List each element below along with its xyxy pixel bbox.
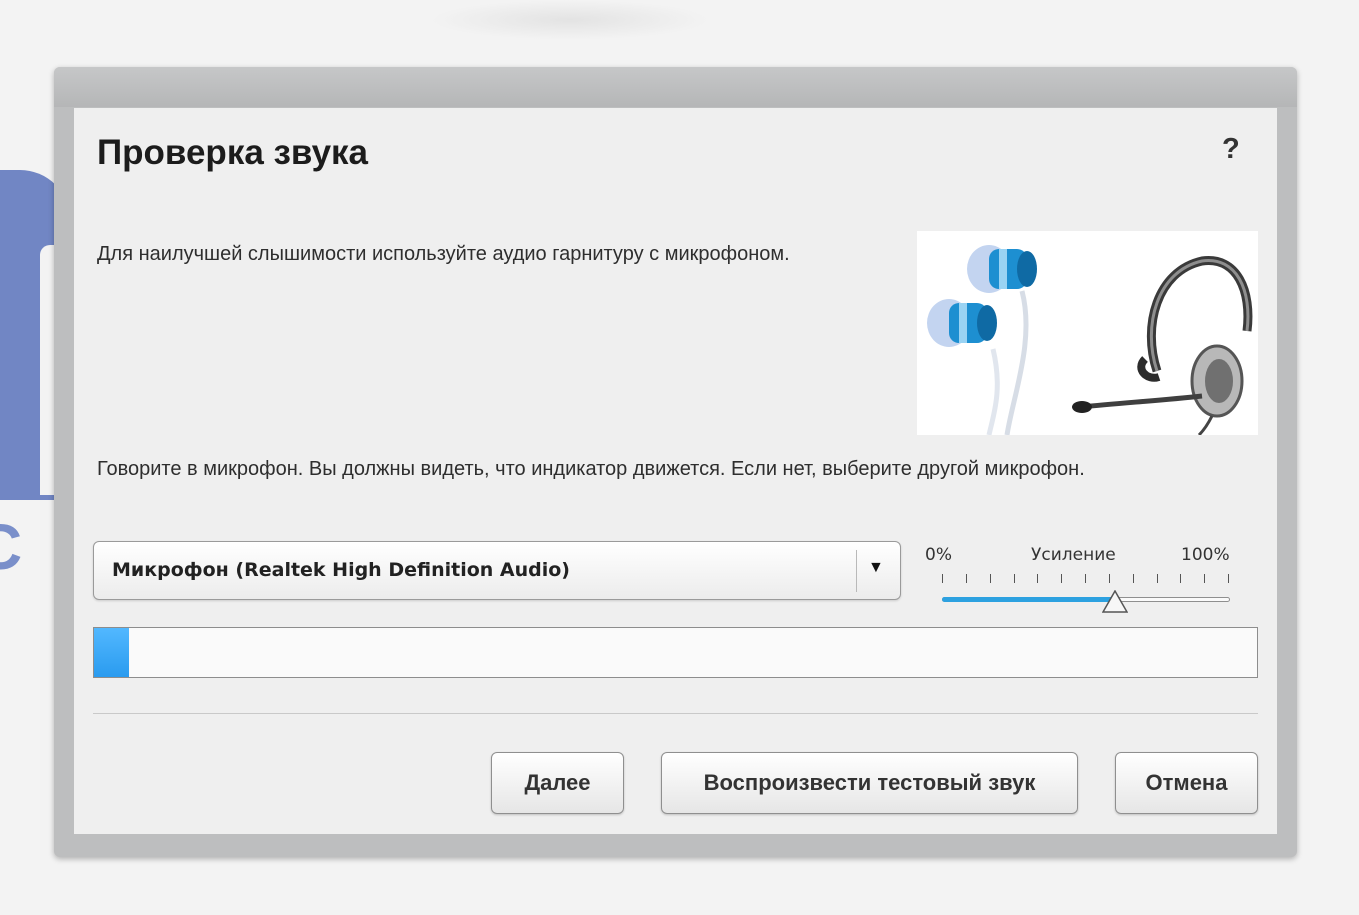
chevron-down-icon[interactable]: ▼: [868, 559, 884, 577]
input-level-meter: [93, 627, 1258, 678]
gain-slider-fill: [942, 597, 1115, 602]
gain-tick: [1180, 574, 1181, 583]
gain-tick: [1228, 574, 1229, 583]
gain-slider-thumb[interactable]: [1101, 589, 1129, 614]
microphone-select[interactable]: Микрофон (Realtek High Definition Audio)…: [93, 541, 901, 600]
input-level-fill: [94, 628, 129, 677]
intro-text: Для наилучшей слышимости используйте ауд…: [97, 243, 790, 265]
gain-max-label: 100%: [1181, 545, 1230, 565]
gain-tick: [1085, 574, 1086, 583]
dialog-header-bar: [54, 67, 1297, 107]
gain-tick: [1204, 574, 1205, 583]
gain-min-label: 0%: [925, 545, 952, 565]
cancel-button[interactable]: Отмена: [1115, 752, 1258, 814]
next-button[interactable]: Далее: [491, 752, 624, 814]
instruction-text: Говорите в микрофон. Вы должны видеть, ч…: [97, 458, 1085, 480]
gain-tick: [1109, 574, 1110, 583]
gain-tick: [1014, 574, 1015, 583]
select-separator: [856, 550, 857, 592]
dialog-title: Проверка звука: [97, 133, 369, 172]
gain-tick: [990, 574, 991, 583]
microphone-select-value: Микрофон (Realtek High Definition Audio): [112, 559, 570, 581]
headset-earphones-icon: [917, 231, 1258, 437]
gain-ticks: [942, 574, 1232, 584]
gain-tick: [1133, 574, 1134, 583]
gain-label: Усиление: [1031, 545, 1116, 565]
gain-tick: [1157, 574, 1158, 583]
gain-tick: [966, 574, 967, 583]
help-button[interactable]: ?: [1222, 133, 1240, 166]
background-logo-fragment: C: [0, 520, 60, 580]
background-highlight: [430, 0, 710, 40]
button-divider: [93, 713, 1258, 714]
play-test-sound-button[interactable]: Воспроизвести тестовый звук: [661, 752, 1078, 814]
gain-tick: [1061, 574, 1062, 583]
gain-tick: [1037, 574, 1038, 583]
gain-tick: [942, 574, 943, 583]
